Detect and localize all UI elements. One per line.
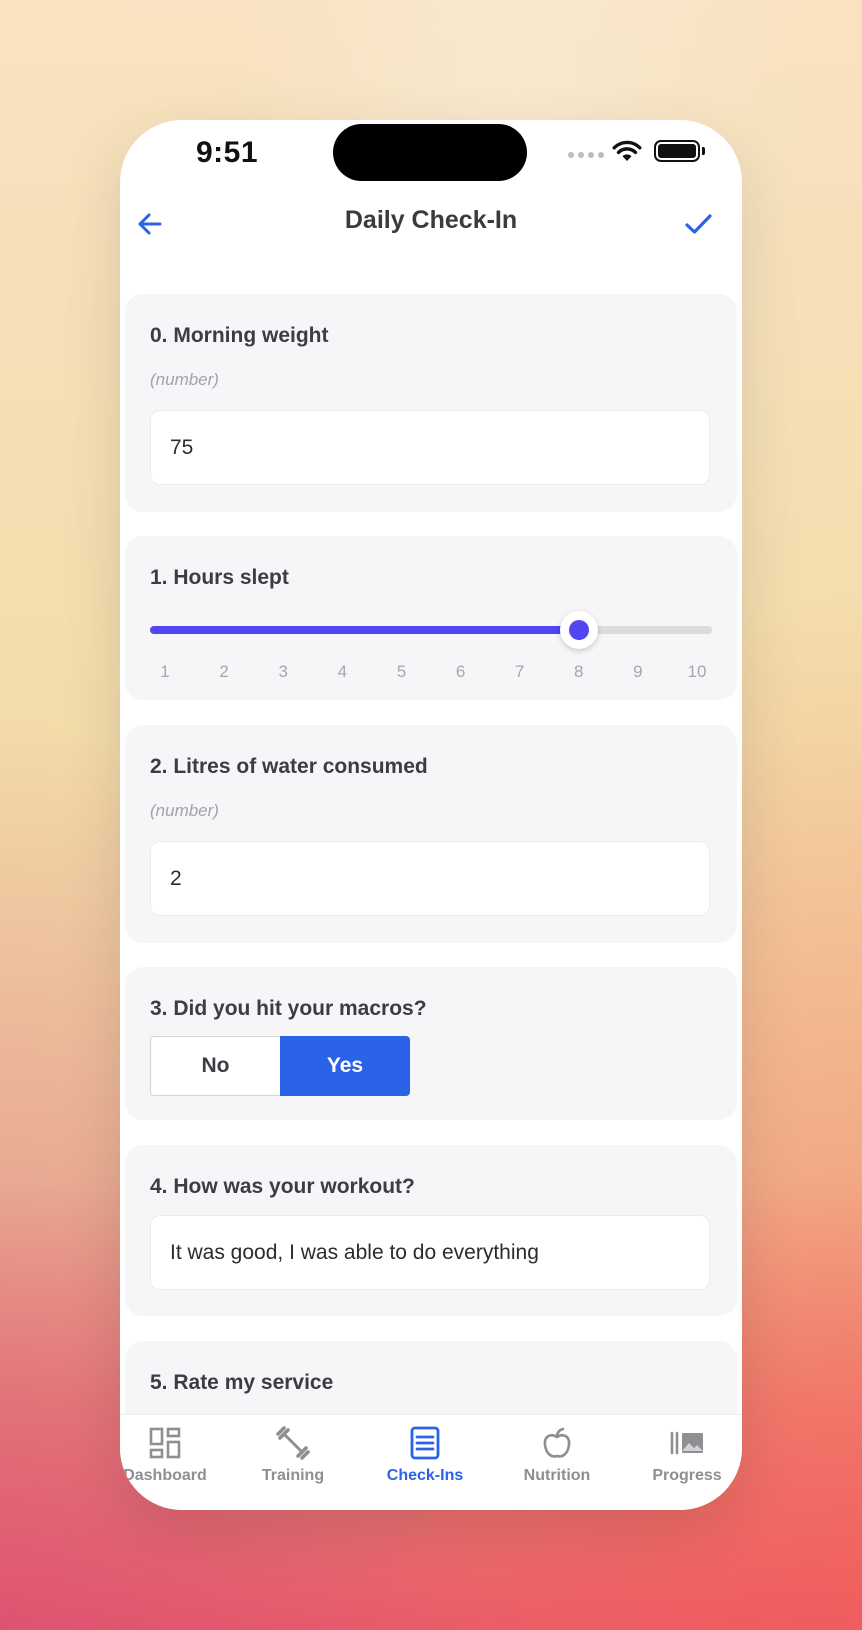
tab-label: Nutrition bbox=[523, 1467, 591, 1484]
slider-tick-label: 3 bbox=[278, 662, 288, 681]
tab-nutrition[interactable]: Nutrition bbox=[495, 1425, 619, 1505]
slider-tick-label: 10 bbox=[687, 662, 707, 681]
slider-fill bbox=[150, 626, 579, 634]
photos-icon bbox=[670, 1431, 703, 1455]
question-hint: (number) bbox=[150, 801, 219, 820]
question-card-macros: 3. Did you hit your macros? No Yes bbox=[125, 967, 737, 1120]
question-hint: (number) bbox=[150, 370, 219, 389]
no-option-button[interactable]: No bbox=[150, 1036, 280, 1096]
status-time: 9:51 bbox=[196, 136, 259, 169]
dumbbell-icon bbox=[276, 1426, 310, 1460]
question-card-hours-slept: 1. Hours slept 1 2 3 4 5 6 7 8 9 10 bbox=[125, 536, 737, 700]
dashboard-icon bbox=[149, 1427, 181, 1459]
tab-label: Training bbox=[261, 1467, 325, 1484]
bottom-tab-bar: Dashboard Training Check-Ins Nutrition P… bbox=[120, 1414, 742, 1510]
dynamic-island bbox=[333, 124, 527, 181]
tab-training[interactable]: Training bbox=[231, 1425, 355, 1505]
battery-tip bbox=[702, 147, 705, 155]
tab-label: Dashboard bbox=[123, 1467, 207, 1484]
question-label: 3. Did you hit your macros? bbox=[150, 997, 427, 1020]
slider-ticks: 1 2 3 4 5 6 7 8 9 10 bbox=[150, 662, 712, 686]
slider-tick-label: 7 bbox=[514, 662, 525, 681]
checkin-icon bbox=[410, 1426, 440, 1460]
apple-icon bbox=[543, 1427, 571, 1458]
question-card-weight: 0. Morning weight (number) 75 bbox=[125, 294, 737, 512]
tab-check-ins[interactable]: Check-Ins bbox=[363, 1425, 487, 1505]
nav-header: Daily Check-In bbox=[120, 180, 742, 266]
save-check-icon[interactable] bbox=[682, 208, 714, 240]
workout-input[interactable]: It was good, I was able to do everything bbox=[150, 1215, 710, 1290]
question-label: 0. Morning weight bbox=[150, 324, 329, 347]
page-title: Daily Check-In bbox=[344, 206, 518, 234]
tab-dashboard[interactable]: Dashboard bbox=[120, 1425, 227, 1505]
slider-tick-label: 6 bbox=[455, 662, 466, 681]
slider-tick-label: 1 bbox=[160, 662, 170, 681]
tab-progress[interactable]: Progress bbox=[625, 1425, 742, 1505]
question-label: 4. How was your workout? bbox=[150, 1175, 415, 1198]
cellular-signal-icon bbox=[568, 152, 604, 158]
yes-option-button[interactable]: Yes bbox=[280, 1036, 410, 1096]
slider-tick-label: 8 bbox=[574, 662, 584, 681]
slider-tick-label: 4 bbox=[337, 662, 348, 681]
tab-label: Progress bbox=[652, 1467, 722, 1484]
question-card-water: 2. Litres of water consumed (number) 2 bbox=[125, 725, 737, 943]
question-card-workout: 4. How was your workout? It was good, I … bbox=[125, 1145, 737, 1316]
battery-icon bbox=[654, 140, 700, 162]
macros-toggle: No Yes bbox=[150, 1036, 410, 1096]
question-label: 2. Litres of water consumed bbox=[150, 755, 428, 778]
morning-weight-input[interactable]: 75 bbox=[150, 410, 710, 485]
question-label: 5. Rate my service bbox=[150, 1371, 334, 1394]
phone-screen: 9:51 Daily Check-In 0. Morning weight (n… bbox=[120, 120, 742, 1510]
slider-tick-label: 2 bbox=[219, 662, 229, 681]
question-label: 1. Hours slept bbox=[150, 566, 289, 589]
slider-thumb[interactable] bbox=[559, 611, 598, 649]
slider-tick-label: 9 bbox=[633, 662, 643, 681]
wifi-icon bbox=[612, 140, 642, 161]
slider-tick-label: 5 bbox=[396, 662, 407, 681]
water-input[interactable]: 2 bbox=[150, 841, 710, 916]
tab-label: Check-Ins bbox=[386, 1467, 464, 1484]
hours-slept-slider[interactable] bbox=[150, 611, 712, 649]
